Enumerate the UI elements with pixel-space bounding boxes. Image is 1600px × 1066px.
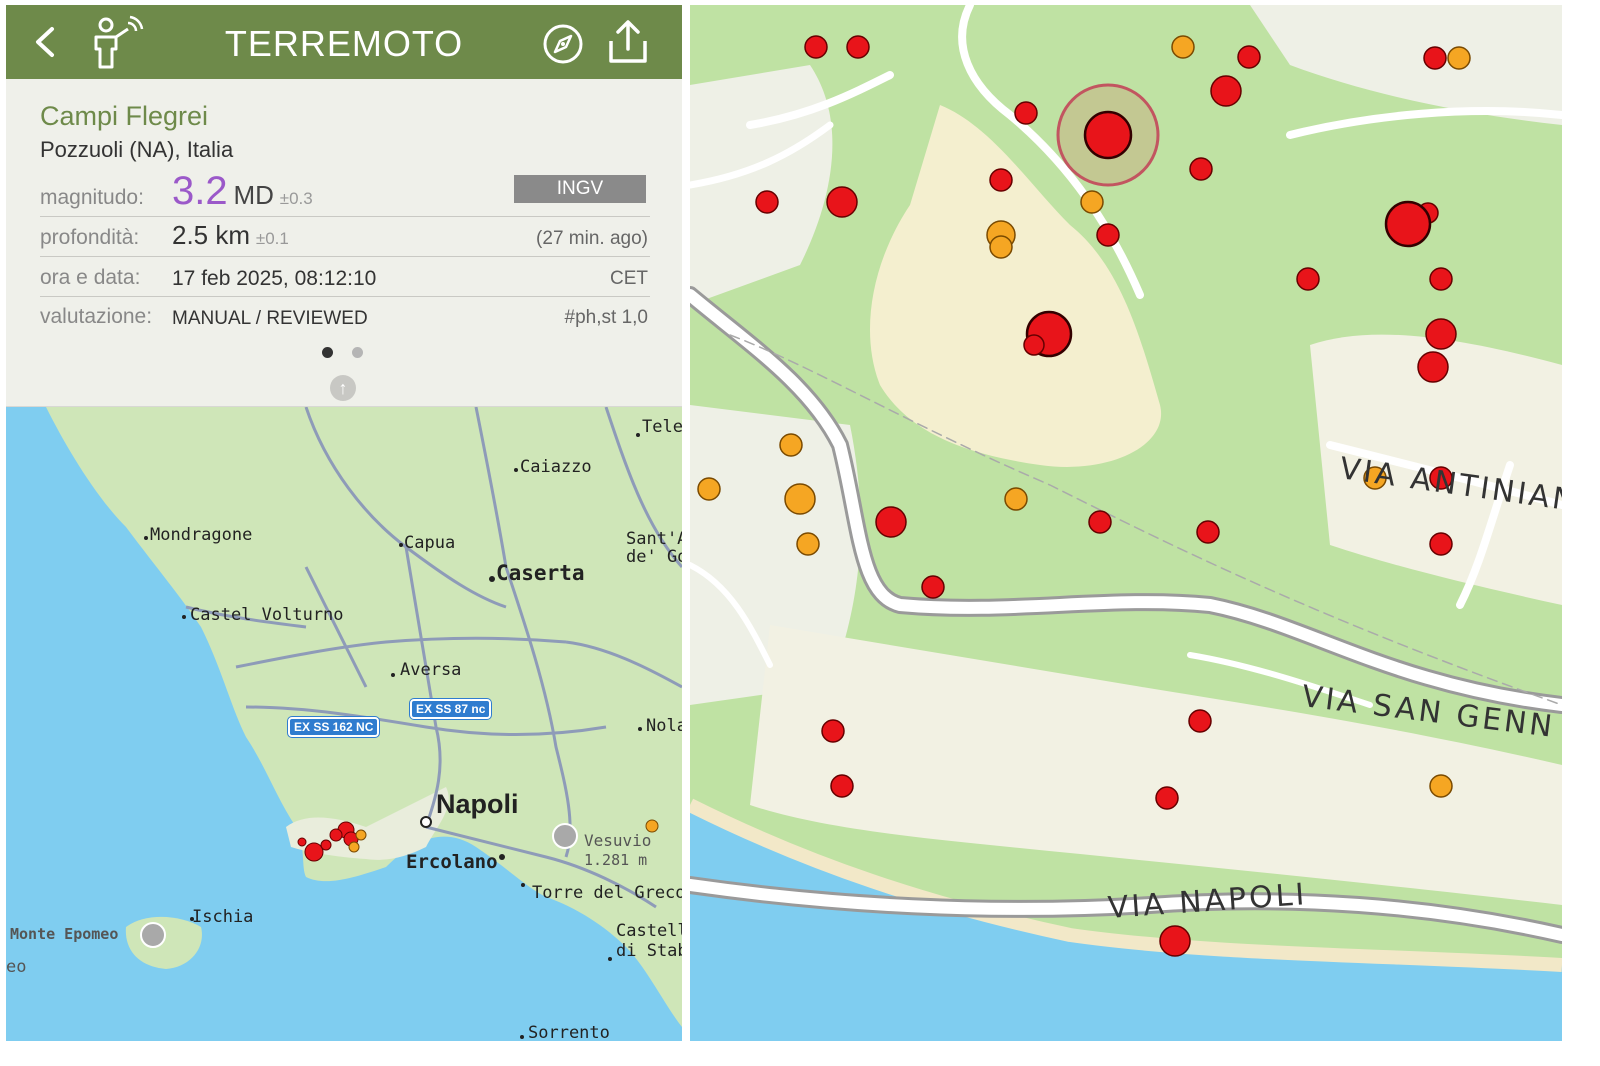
- evaluation-label: valutazione:: [40, 305, 153, 328]
- town-label: di Stab: [616, 941, 682, 961]
- time-ago: (27 min. ago): [536, 228, 648, 249]
- town-label: Torre del Greco: [532, 883, 682, 903]
- town-label: Caserta: [496, 561, 585, 585]
- time-value: 17 feb 2025, 08:12:10: [172, 267, 377, 290]
- town-label: de' Go: [626, 547, 682, 567]
- town-label: Sorrento: [528, 1023, 610, 1041]
- depth-error: ±0.1: [255, 229, 289, 248]
- town-label: Ercolano: [406, 851, 498, 873]
- screenshot-root: TERREMOTO Campi Flegrei Pozzuoli (NA), I…: [0, 0, 1600, 1066]
- town-label: Castel Volturno: [190, 605, 344, 625]
- quake-app-panel: TERREMOTO Campi Flegrei Pozzuoli (NA), I…: [6, 5, 682, 1041]
- compass-icon[interactable]: [542, 23, 584, 65]
- page-dot-active[interactable]: [322, 347, 333, 358]
- depth-value-group: 2.5 km ±0.1: [172, 220, 289, 251]
- town-label: Aversa: [400, 660, 462, 680]
- page-dot[interactable]: [352, 347, 363, 358]
- magnitude-label: magnitudo:: [40, 186, 144, 209]
- evaluation-row: valutazione: MANUAL / REVIEWED #ph,st 1,…: [40, 297, 650, 335]
- poi-label: Vesuvio: [584, 831, 652, 850]
- town-label: Mondragone: [150, 525, 253, 545]
- town-label: Castell: [616, 921, 682, 941]
- depth-label: profondità:: [40, 226, 140, 249]
- town-label: Tele: [642, 417, 682, 437]
- timezone: CET: [610, 268, 648, 289]
- town-label: Ischia: [192, 907, 254, 927]
- magnitude-row: magnitudo: 3.2 MD ±0.3 INGV: [40, 169, 650, 217]
- town-label: Caiazzo: [520, 457, 592, 477]
- mountain-poi-icon[interactable]: [552, 823, 578, 849]
- magnitude-value: 3.2: [172, 169, 228, 213]
- edge-label: eo: [6, 957, 27, 977]
- share-icon[interactable]: [606, 19, 650, 65]
- regional-map[interactable]: Tele Caiazzo Mondragone Capua Sant'A de'…: [6, 407, 682, 1041]
- town-label: Napoli: [436, 789, 519, 819]
- time-label: ora e data:: [40, 266, 141, 289]
- magnitude-unit: MD: [233, 180, 274, 210]
- town-label: Capua: [404, 533, 456, 553]
- event-location: Pozzuoli (NA), Italia: [40, 137, 234, 162]
- town-label: Nola: [646, 716, 682, 736]
- mountain-poi-icon[interactable]: [140, 922, 166, 948]
- time-row: ora e data: 17 feb 2025, 08:12:10 CET: [40, 257, 650, 297]
- detail-map-panel[interactable]: VIA ANTINIAN VIA SAN GENN VIA NAPOLI: [690, 5, 1562, 1041]
- detail-map-canvas: [690, 5, 1562, 1041]
- event-info-card: Campi Flegrei Pozzuoli (NA), Italia magn…: [6, 79, 682, 407]
- road-shield: EX SS 87 nc: [410, 699, 492, 719]
- urban-area: [690, 65, 833, 305]
- event-place: Campi Flegrei: [40, 101, 209, 131]
- poi-label: Monte Epomeo: [10, 925, 119, 943]
- magnitude-value-group: 3.2 MD ±0.3: [172, 169, 313, 214]
- town-label: Sant'A: [626, 529, 682, 549]
- evaluation-value: MANUAL / REVIEWED: [172, 308, 368, 329]
- napoli-marker: [420, 816, 432, 828]
- evaluation-code: #ph,st 1,0: [564, 307, 648, 328]
- depth-value: 2.5 km: [172, 220, 251, 250]
- depth-row: profondità: 2.5 km ±0.1 (27 min. ago): [40, 217, 650, 257]
- road-shield: EX SS 162 NC: [288, 717, 380, 737]
- poi-elevation: 1.281 m: [584, 851, 648, 869]
- urban-area: [750, 625, 1562, 905]
- source-badge[interactable]: INGV: [514, 175, 646, 203]
- app-header: TERREMOTO: [6, 5, 682, 79]
- arrow-up-icon[interactable]: ↑: [330, 375, 356, 401]
- urban-area: [1250, 5, 1562, 125]
- magnitude-error: ±0.3: [279, 189, 313, 208]
